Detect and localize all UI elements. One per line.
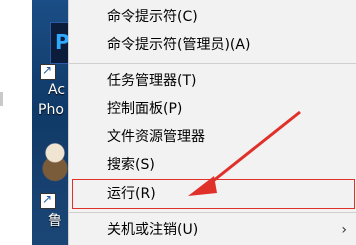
desktop-empty-area xyxy=(0,0,32,245)
desktop-icon-label[interactable]: 鲁 xyxy=(48,210,62,230)
desktop-icon-label[interactable]: Pho xyxy=(38,102,64,118)
menu-separator xyxy=(69,63,356,64)
menu-item-label: 控制面板(P) xyxy=(107,101,183,117)
mascot-app-icon[interactable] xyxy=(42,140,68,186)
menu-item-file-explorer[interactable]: 文件资源管理器 xyxy=(69,123,356,151)
menu-item-search[interactable]: 搜索(S) xyxy=(69,151,356,179)
run-highlight-box xyxy=(72,179,355,209)
menu-item-control-panel[interactable]: 控制面板(P) xyxy=(69,95,356,123)
shortcut-arrow-icon xyxy=(40,63,56,80)
desktop-background: P Ac Pho 鲁 xyxy=(0,0,70,245)
menu-item-label: 命令提示符(管理员)(A) xyxy=(107,37,251,53)
shortcut-arrow-icon xyxy=(40,192,56,209)
desktop-edge-mark xyxy=(0,92,3,106)
menu-item-command-prompt-admin[interactable]: 命令提示符(管理员)(A) xyxy=(69,31,356,59)
menu-item-shutdown[interactable]: 关机或注销(U) › xyxy=(69,216,356,244)
photoshop-icon[interactable]: P xyxy=(50,22,70,64)
menu-item-task-manager[interactable]: 任务管理器(T) xyxy=(69,67,356,95)
menu-item-label: 文件资源管理器 xyxy=(107,129,205,145)
menu-item-label: 搜索(S) xyxy=(107,157,155,173)
menu-item-label: 命令提示符(C) xyxy=(107,9,198,25)
chevron-right-icon: › xyxy=(341,222,347,238)
menu-item-command-prompt[interactable]: 命令提示符(C) xyxy=(69,3,356,31)
menu-separator xyxy=(69,212,356,213)
menu-item-label: 任务管理器(T) xyxy=(107,73,197,89)
winx-context-menu: 命令提示符(C) 命令提示符(管理员)(A) 任务管理器(T) 控制面板(P) … xyxy=(68,0,356,245)
desktop-icon-label[interactable]: Ac xyxy=(48,82,65,98)
menu-item-label: 关机或注销(U) xyxy=(107,222,199,238)
